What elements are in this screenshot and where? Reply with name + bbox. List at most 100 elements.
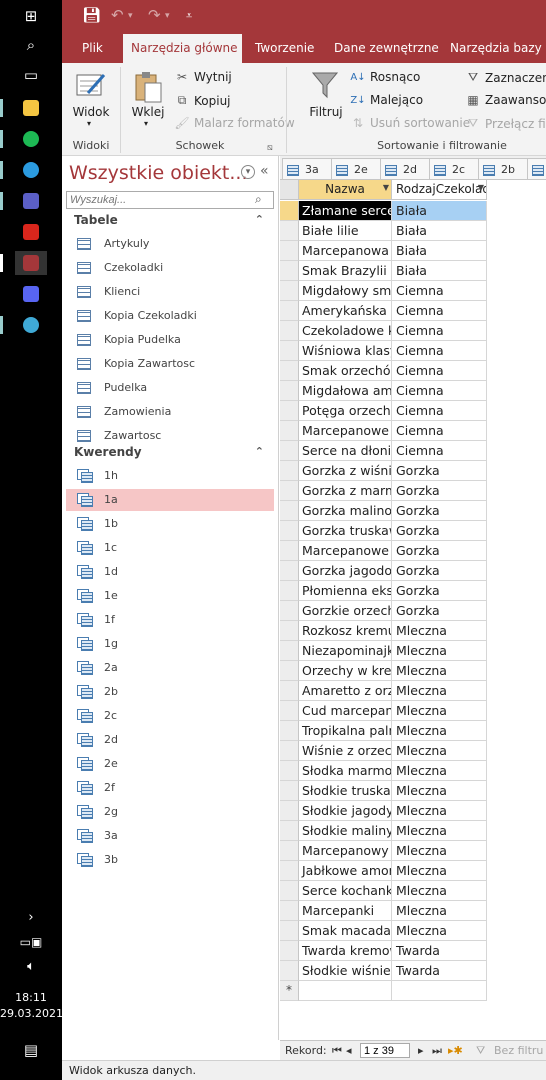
- cell-rodzaj[interactable]: Mleczna: [392, 621, 487, 641]
- table-row[interactable]: Gorzka z wiśnią Gorzka: [280, 461, 487, 481]
- cell-nazwa[interactable]: Niezapominajka: [299, 641, 392, 661]
- record-selector[interactable]: [280, 881, 299, 901]
- nav-search-input[interactable]: [66, 191, 274, 209]
- document-tab-2d[interactable]: 2d: [380, 158, 430, 179]
- table-row[interactable]: Gorzka truskawkowaGorzka: [280, 521, 487, 541]
- section-header-tabele[interactable]: Tabele ⌃: [66, 211, 274, 231]
- edge-icon[interactable]: [15, 158, 47, 182]
- cell-nazwa[interactable]: Potęga orzechów: [299, 401, 392, 421]
- record-selector[interactable]: [280, 621, 299, 641]
- clock[interactable]: 18:11 29.03.2021: [0, 990, 63, 1022]
- new-record-icon[interactable]: ▸✱: [448, 1044, 463, 1057]
- cell-rodzaj[interactable]: Gorzka: [392, 481, 487, 501]
- cell-rodzaj[interactable]: Biała: [392, 241, 487, 261]
- table-row[interactable]: Niezapominajka Mleczna: [280, 641, 487, 661]
- record-selector[interactable]: [280, 641, 299, 661]
- cell-rodzaj[interactable]: Mleczna: [392, 761, 487, 781]
- cell-nazwa[interactable]: Gorzkie orzechy: [299, 601, 392, 621]
- search-icon[interactable]: ⌕: [255, 192, 262, 207]
- cell-rodzaj[interactable]: Ciemna: [392, 381, 487, 401]
- record-selector[interactable]: [280, 421, 299, 441]
- table-row[interactable]: Gorzka jagodowaGorzka: [280, 561, 487, 581]
- record-selector[interactable]: [280, 321, 299, 341]
- table-row[interactable]: Słodka marmoladaMleczna: [280, 761, 487, 781]
- table-row[interactable]: Amerykańska pokusaCiemna: [280, 301, 487, 321]
- table-row[interactable]: Gorzka malinowaGorzka: [280, 501, 487, 521]
- record-selector[interactable]: [280, 381, 299, 401]
- record-selector[interactable]: [280, 221, 299, 241]
- nav-item-query-1b[interactable]: 1b: [66, 513, 274, 535]
- cell-nazwa[interactable]: Marcepanowy raj: [299, 841, 392, 861]
- view-icon[interactable]: [74, 69, 108, 103]
- undo-dropdown-icon[interactable]: ▾: [128, 11, 133, 21]
- record-selector[interactable]: [280, 481, 299, 501]
- record-selector[interactable]: [280, 761, 299, 781]
- access-icon[interactable]: [15, 251, 47, 275]
- record-selector[interactable]: [280, 661, 299, 681]
- cell-nazwa[interactable]: Wiśnie z orzechami: [299, 741, 392, 761]
- filter-button[interactable]: Filtruj: [306, 105, 346, 119]
- cell-rodzaj[interactable]: Gorzka: [392, 561, 487, 581]
- record-selector[interactable]: [280, 721, 299, 741]
- first-record-icon[interactable]: ⏮: [332, 1044, 342, 1058]
- search-icon[interactable]: ⌕: [15, 33, 47, 57]
- record-selector[interactable]: [280, 701, 299, 721]
- cell-nazwa[interactable]: Złamane serce: [299, 201, 392, 221]
- record-selector[interactable]: [280, 441, 299, 461]
- cell-rodzaj[interactable]: Gorzka: [392, 461, 487, 481]
- nav-item-query-1g[interactable]: 1g: [66, 633, 274, 655]
- cell-rodzaj[interactable]: Mleczna: [392, 821, 487, 841]
- nav-menu-icon[interactable]: ▾: [241, 165, 255, 179]
- table-row[interactable]: Jabłkowe amore Mleczna: [280, 861, 487, 881]
- cell-rodzaj[interactable]: Ciemna: [392, 401, 487, 421]
- record-selector[interactable]: [280, 961, 299, 981]
- cell-rodzaj[interactable]: Mleczna: [392, 681, 487, 701]
- table-row[interactable]: Amaretto z orzechemMleczna: [280, 681, 487, 701]
- table-row[interactable]: Smak Brazylii Biała: [280, 261, 487, 281]
- nav-item-table-zamowienia[interactable]: Zamowienia: [66, 401, 274, 423]
- notifications-icon[interactable]: ▤: [15, 1038, 47, 1062]
- spotify-icon[interactable]: [15, 127, 47, 151]
- tab-dane-zewnetrzne[interactable]: Dane zewnętrzne: [326, 34, 447, 63]
- cell-rodzaj[interactable]: Gorzka: [392, 501, 487, 521]
- cell-rodzaj[interactable]: Mleczna: [392, 741, 487, 761]
- table-row[interactable]: Gorzka z marmoladąGorzka: [280, 481, 487, 501]
- table-row[interactable]: Smak macadamiiMleczna: [280, 921, 487, 941]
- cell-rodzaj[interactable]: Ciemna: [392, 301, 487, 321]
- cell-nazwa[interactable]: Amerykańska pokusa: [299, 301, 392, 321]
- new-record-marker[interactable]: *: [280, 981, 299, 1001]
- cell-nazwa[interactable]: Smak orzechów: [299, 361, 392, 381]
- cell-nazwa[interactable]: Tropikalna palma: [299, 721, 392, 741]
- cell-rodzaj[interactable]: Gorzka: [392, 601, 487, 621]
- cell-nazwa[interactable]: Słodkie jagody: [299, 801, 392, 821]
- nav-item-table-artykuly[interactable]: Artykuly: [66, 233, 274, 255]
- table-row[interactable]: Słodkie wiśnie Twarda: [280, 961, 487, 981]
- table-row[interactable]: Słodkie maliny Mleczna: [280, 821, 487, 841]
- table-row[interactable]: Migdałowa ambrozjaCiemna: [280, 381, 487, 401]
- cell-nazwa[interactable]: Marcepanowe marzenie: [299, 421, 392, 441]
- cell-rodzaj[interactable]: Biała: [392, 221, 487, 241]
- document-tab-2a[interactable]: 2a: [527, 158, 546, 179]
- record-selector[interactable]: [280, 841, 299, 861]
- table-row[interactable]: Rozkosz kremu Mleczna: [280, 621, 487, 641]
- column-header-rodzajczekolady[interactable]: RodzajCzekolady ▼: [392, 180, 487, 200]
- cell-nazwa[interactable]: Orzechy w kremie: [299, 661, 392, 681]
- cell-nazwa[interactable]: Migdałowy smak: [299, 281, 392, 301]
- table-row[interactable]: Słodkie truskawkiMleczna: [280, 781, 487, 801]
- network-icon[interactable]: ▭▣: [15, 930, 47, 954]
- nav-title[interactable]: Wszystkie obiekt...: [69, 162, 248, 184]
- cell-rodzaj[interactable]: Ciemna: [392, 321, 487, 341]
- table-row[interactable]: Białe lilie Biała: [280, 221, 487, 241]
- cell-nazwa[interactable]: Płomienna ekstaza: [299, 581, 392, 601]
- cell-nazwa[interactable]: Gorzka z wiśnią: [299, 461, 392, 481]
- cell-nazwa[interactable]: Wiśniowa klasyka: [299, 341, 392, 361]
- nav-item-query-2b[interactable]: 2b: [66, 681, 274, 703]
- nav-item-query-2d[interactable]: 2d: [66, 729, 274, 751]
- table-row[interactable]: Tropikalna palmaMleczna: [280, 721, 487, 741]
- cell-nazwa[interactable]: Jabłkowe amore: [299, 861, 392, 881]
- nav-item-query-2c[interactable]: 2c: [66, 705, 274, 727]
- nav-item-query-1h[interactable]: 1h: [66, 465, 274, 487]
- nav-item-query-1c[interactable]: 1c: [66, 537, 274, 559]
- acrobat-icon[interactable]: [15, 220, 47, 244]
- format-painter-button[interactable]: 🖌︎ Malarz formatów: [174, 116, 294, 130]
